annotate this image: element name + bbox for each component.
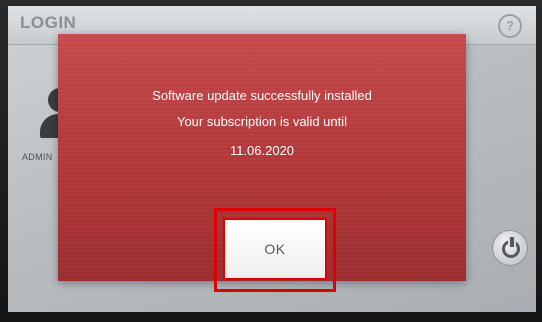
- question-icon[interactable]: ?: [498, 14, 522, 38]
- power-icon[interactable]: [492, 230, 528, 266]
- user-label: ADMIN: [22, 152, 53, 162]
- dialog-message-line2: Your subscription is valid until: [176, 114, 348, 129]
- ok-button[interactable]: OK: [223, 218, 327, 280]
- page-title: LOGIN: [20, 13, 77, 32]
- dialog-message-line1: Software update successfully installed: [152, 88, 372, 103]
- dialog-subscription-date: 11.06.2020: [229, 143, 295, 158]
